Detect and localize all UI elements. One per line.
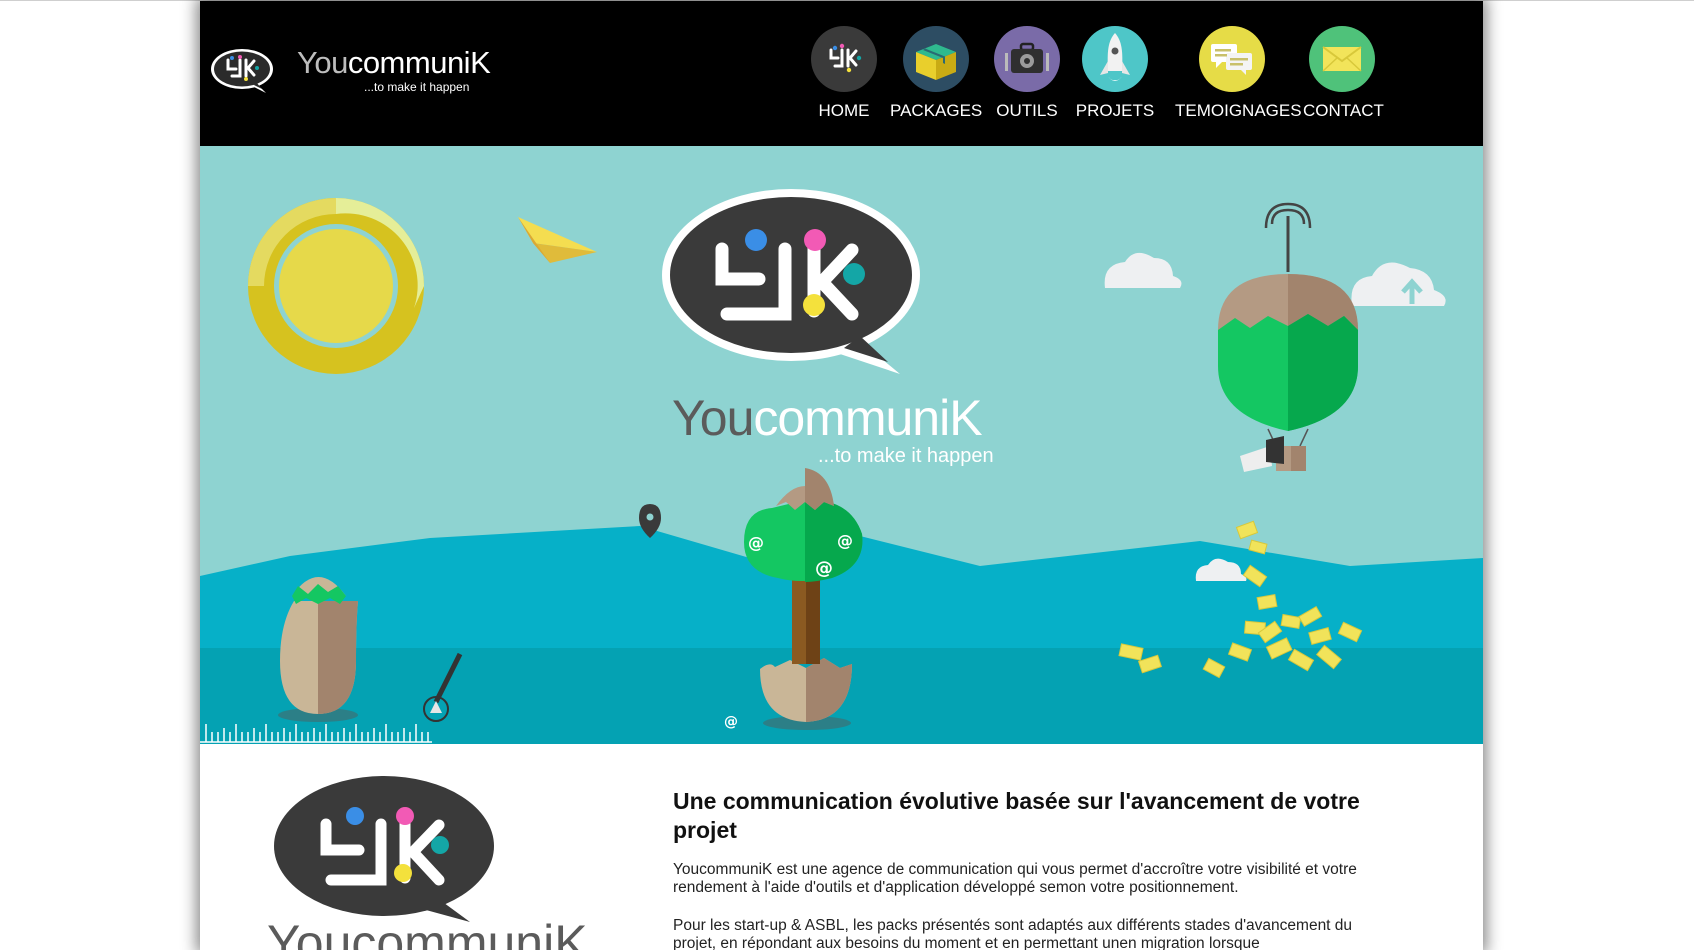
- hero-banner: @ @ @ @ YoucommuniK ...to make it happen: [200, 146, 1483, 744]
- nav-item-contact[interactable]: CONTACT: [1303, 26, 1384, 121]
- hero-tagline: ...to make it happen: [818, 445, 994, 467]
- nav-label-temoignages: TEMOIGNAGES: [1175, 101, 1302, 120]
- site-logo[interactable]: YoucommuniK ...to make it happen: [210, 45, 491, 101]
- svg-text:@: @: [837, 531, 853, 550]
- ycomk-logo-icon: [829, 43, 862, 73]
- envelope-icon: [1322, 46, 1362, 72]
- sun-donut-chart: [248, 198, 424, 374]
- nav-item-packages[interactable]: PACKAGES: [890, 26, 982, 121]
- toolbox-icon: [1005, 42, 1049, 73]
- content-logo-bubble: [274, 776, 494, 922]
- intro-section: YoucommuniK Une communication évolutive …: [200, 744, 1483, 950]
- chat-bubbles-icon: [1211, 44, 1252, 75]
- intro-paragraph-1: YoucommuniK est une agence de communicat…: [673, 861, 1357, 896]
- intro-title: Une communication évolutive basée sur l'…: [673, 788, 1360, 843]
- hero-brand-name: YoucommuniK: [672, 390, 983, 446]
- intro-paragraph-2: Pour les start-up & ASBL, les packs prés…: [673, 917, 1353, 950]
- nav-circle-projets: [1082, 26, 1148, 92]
- nav-circle-outils: [994, 26, 1060, 92]
- site-header: YoucommuniK ...to make it happen HOME PA…: [200, 1, 1483, 146]
- nav-circle-temoignages: [1199, 26, 1265, 92]
- nav-item-projets[interactable]: PROJETS: [1075, 26, 1155, 121]
- brand-tagline: ...to make it happen: [364, 80, 470, 94]
- svg-text:@: @: [748, 533, 764, 552]
- svg-text:@: @: [724, 714, 738, 730]
- rocket-icon: [1100, 33, 1130, 81]
- nav-item-home[interactable]: HOME: [809, 26, 879, 121]
- page-container: YoucommuniK ...to make it happen HOME PA…: [200, 1, 1483, 950]
- box-icon: [916, 44, 956, 80]
- nav-item-temoignages[interactable]: TEMOIGNAGES: [1175, 26, 1302, 121]
- brand-name: YoucommuniK: [297, 45, 491, 80]
- nav-label-outils: OUTILS: [996, 101, 1058, 120]
- nav-item-outils[interactable]: OUTILS: [992, 26, 1062, 121]
- nav-label-contact: CONTACT: [1303, 101, 1384, 120]
- nav-label-projets: PROJETS: [1075, 101, 1155, 120]
- content-brand-name: YoucommuniK: [267, 915, 588, 950]
- nav-circle-home: [811, 26, 877, 92]
- nav-circle-packages: [903, 26, 969, 92]
- svg-text:@: @: [815, 558, 833, 579]
- ycomk-logo-icon: [211, 49, 273, 93]
- nav-label-packages: PACKAGES: [890, 101, 983, 120]
- nav-circle-contact: [1309, 26, 1375, 92]
- nav-label-home: HOME: [818, 101, 870, 120]
